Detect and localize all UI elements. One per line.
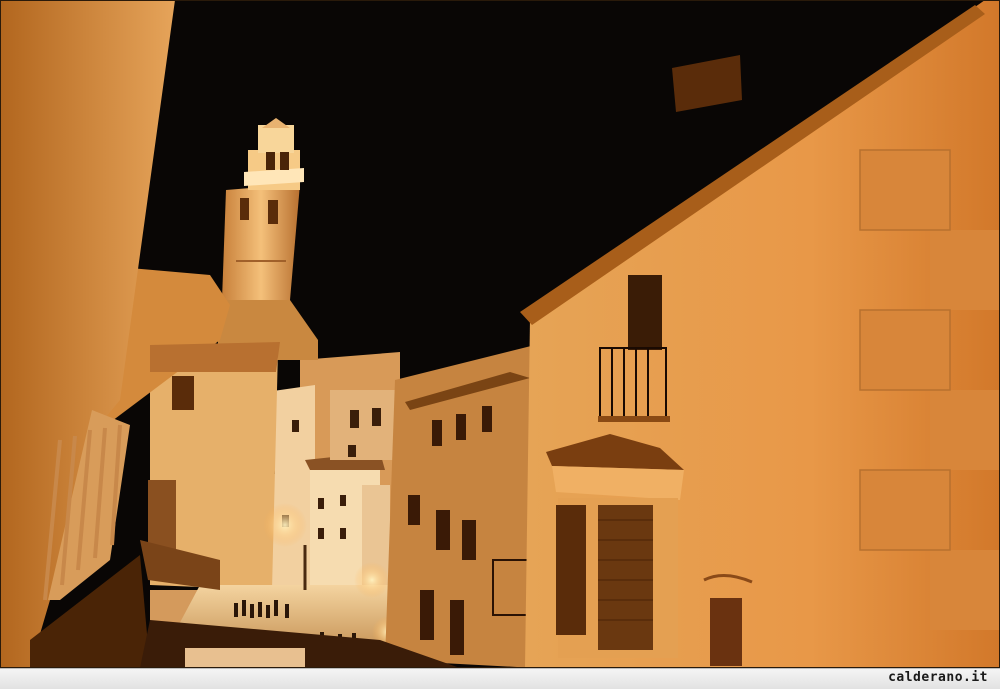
caption-bar: calderano.it [0, 668, 1000, 689]
lower-shutter-right [598, 505, 653, 650]
lower-shutter-left [556, 505, 586, 635]
night-street-photo [0, 0, 1000, 668]
upper-window [628, 275, 662, 350]
watermark-text: calderano.it [888, 670, 988, 685]
lower-window [710, 598, 742, 666]
